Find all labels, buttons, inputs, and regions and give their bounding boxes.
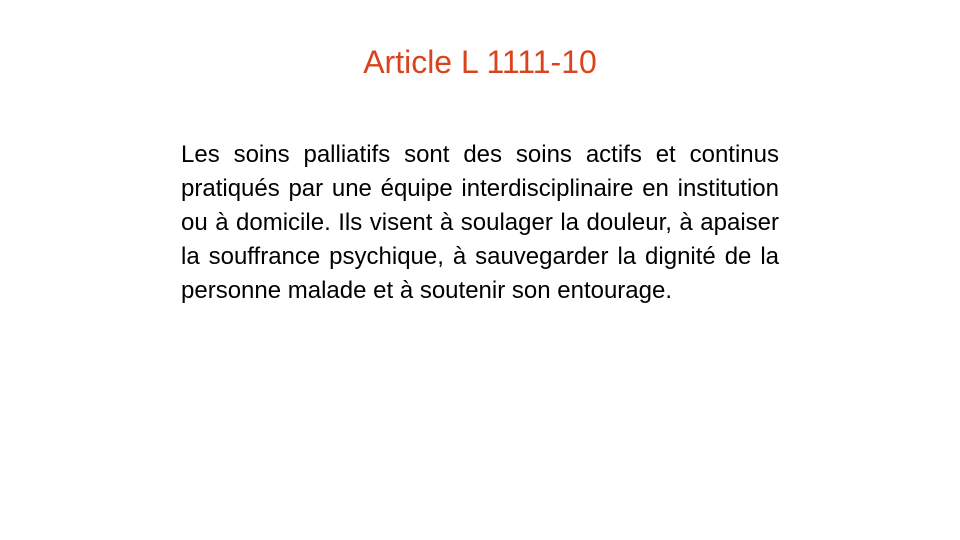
slide: Article L 1111-10 Les soins palliatifs s… — [0, 0, 960, 540]
slide-title: Article L 1111-10 — [363, 44, 597, 80]
slide-body-text: Les soins palliatifs sont des soins acti… — [181, 141, 779, 304]
